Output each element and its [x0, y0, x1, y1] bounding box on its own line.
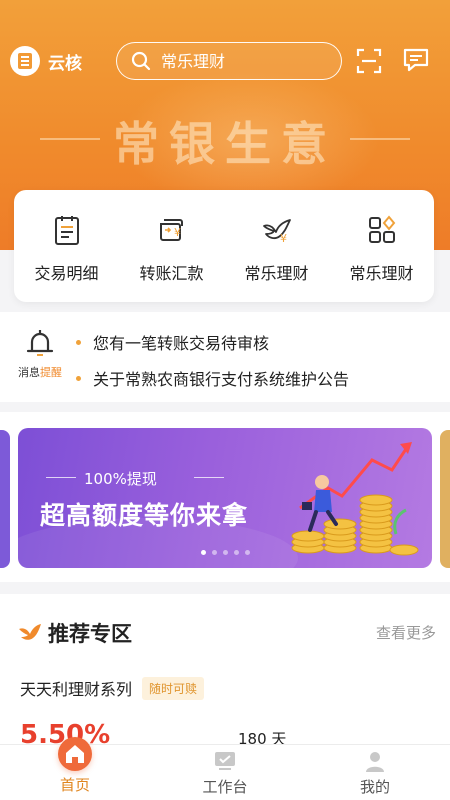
- swallow-icon: [19, 624, 41, 640]
- banner-carousel: 100%提现 超高额度等你来拿: [0, 412, 450, 582]
- quick-action-label: 交易明细: [34, 264, 99, 283]
- banner-title: 超高额度等你来拿: [40, 501, 249, 530]
- svg-text:¥: ¥: [174, 226, 181, 239]
- quick-actions-card: 交易明细 ¥ 转账汇款 ¥ 常乐理财 常乐理财: [14, 190, 434, 302]
- quick-action-transfer[interactable]: ¥ 转账汇款: [119, 190, 224, 302]
- transfer-card-icon: ¥: [159, 219, 183, 241]
- notice-panel: 消息提醒 您有一笔转账交易待审核 关于常熟农商银行支付系统维护公告: [0, 312, 450, 402]
- notice-text: 关于常熟农商银行支付系统维护公告: [93, 370, 350, 389]
- search-input[interactable]: [161, 51, 311, 71]
- recommend-header: 推荐专区: [18, 618, 132, 648]
- clipboard-icon: [54, 216, 79, 245]
- promo-banner[interactable]: 100%提现 超高额度等你来拿: [18, 428, 432, 568]
- grid-diamond-icon: [368, 215, 395, 243]
- quick-action-label: 常乐理财: [244, 264, 309, 283]
- tab-label: 首页: [59, 776, 90, 794]
- banner-subtitle: 100%提现: [84, 470, 157, 488]
- recommend-title: 推荐专区: [48, 622, 132, 646]
- product-name: 天天利理财系列: [20, 680, 133, 699]
- banner-sub-line-right: [194, 477, 224, 478]
- slogan-divider-right: [350, 138, 410, 140]
- prev-banner-peek[interactable]: [0, 430, 10, 568]
- home-icon-bg: [58, 737, 92, 771]
- recommend-section: 推荐专区 查看更多 天天利理财系列 随时可赎 5.50% 180 天: [0, 594, 450, 750]
- quick-action-wealth-more[interactable]: 常乐理财: [329, 190, 434, 302]
- next-banner-peek[interactable]: [440, 430, 450, 568]
- monitor-icon: [215, 752, 235, 770]
- tab-workbench[interactable]: 工作台: [150, 745, 300, 800]
- quick-action-label: 常乐理财: [349, 264, 414, 283]
- notice-item[interactable]: 关于常熟农商银行支付系统维护公告: [76, 360, 349, 396]
- quick-action-label: 转账汇款: [139, 264, 204, 283]
- building-icon: [18, 53, 32, 69]
- carousel-dot[interactable]: [222, 550, 228, 555]
- coins-growth-illustration: [291, 442, 419, 556]
- carousel-dot[interactable]: [200, 550, 206, 555]
- quick-action-transactions[interactable]: 交易明细: [14, 190, 119, 302]
- carousel-dot[interactable]: [233, 550, 239, 555]
- user-icon: [366, 752, 384, 772]
- quick-action-wealth[interactable]: ¥ 常乐理财: [224, 190, 329, 302]
- carousel-dot[interactable]: [211, 550, 217, 555]
- tab-profile[interactable]: 我的: [300, 745, 450, 800]
- product-tag: 随时可赎: [142, 676, 205, 700]
- tab-home[interactable]: 首页: [0, 737, 150, 800]
- notice-text: 您有一笔转账交易待审核: [93, 334, 270, 353]
- tab-label: 工作台: [202, 778, 248, 796]
- bullet-dot: [76, 375, 81, 381]
- notice-list: 您有一笔转账交易待审核 关于常熟农商银行支付系统维护公告: [76, 324, 349, 396]
- bird-yuan-icon: ¥: [262, 219, 291, 245]
- notice-tag: 消息提醒: [16, 364, 64, 380]
- bell-icon: [26, 330, 54, 356]
- carousel-dots: [18, 550, 432, 555]
- search-icon: [131, 51, 151, 71]
- search-box[interactable]: [116, 42, 342, 80]
- slogan-text: 常银生意: [113, 117, 337, 171]
- banner-sub-line-left: [46, 477, 76, 478]
- notice-tag-prefix: 消息: [18, 366, 40, 379]
- bank-logo[interactable]: [10, 46, 40, 76]
- brand-name[interactable]: 云核: [48, 49, 82, 74]
- home-icon: [66, 745, 84, 763]
- product-item[interactable]: 天天利理财系列 随时可赎: [20, 676, 205, 700]
- top-bar: 云核: [0, 38, 450, 84]
- bullet-dot: [76, 339, 81, 345]
- scan-icon[interactable]: [356, 48, 382, 74]
- svg-text:¥: ¥: [280, 232, 287, 245]
- bottom-tab-bar: 首页 工作台 我的: [0, 737, 450, 800]
- carousel-dot[interactable]: [244, 550, 250, 555]
- notice-tag-highlight: 提醒: [40, 366, 62, 379]
- view-more-link[interactable]: 查看更多: [376, 622, 436, 643]
- tab-label: 我的: [359, 778, 390, 796]
- notice-item[interactable]: 您有一笔转账交易待审核: [76, 324, 349, 360]
- notice-badge[interactable]: 消息提醒: [16, 328, 64, 380]
- message-icon[interactable]: [402, 46, 430, 74]
